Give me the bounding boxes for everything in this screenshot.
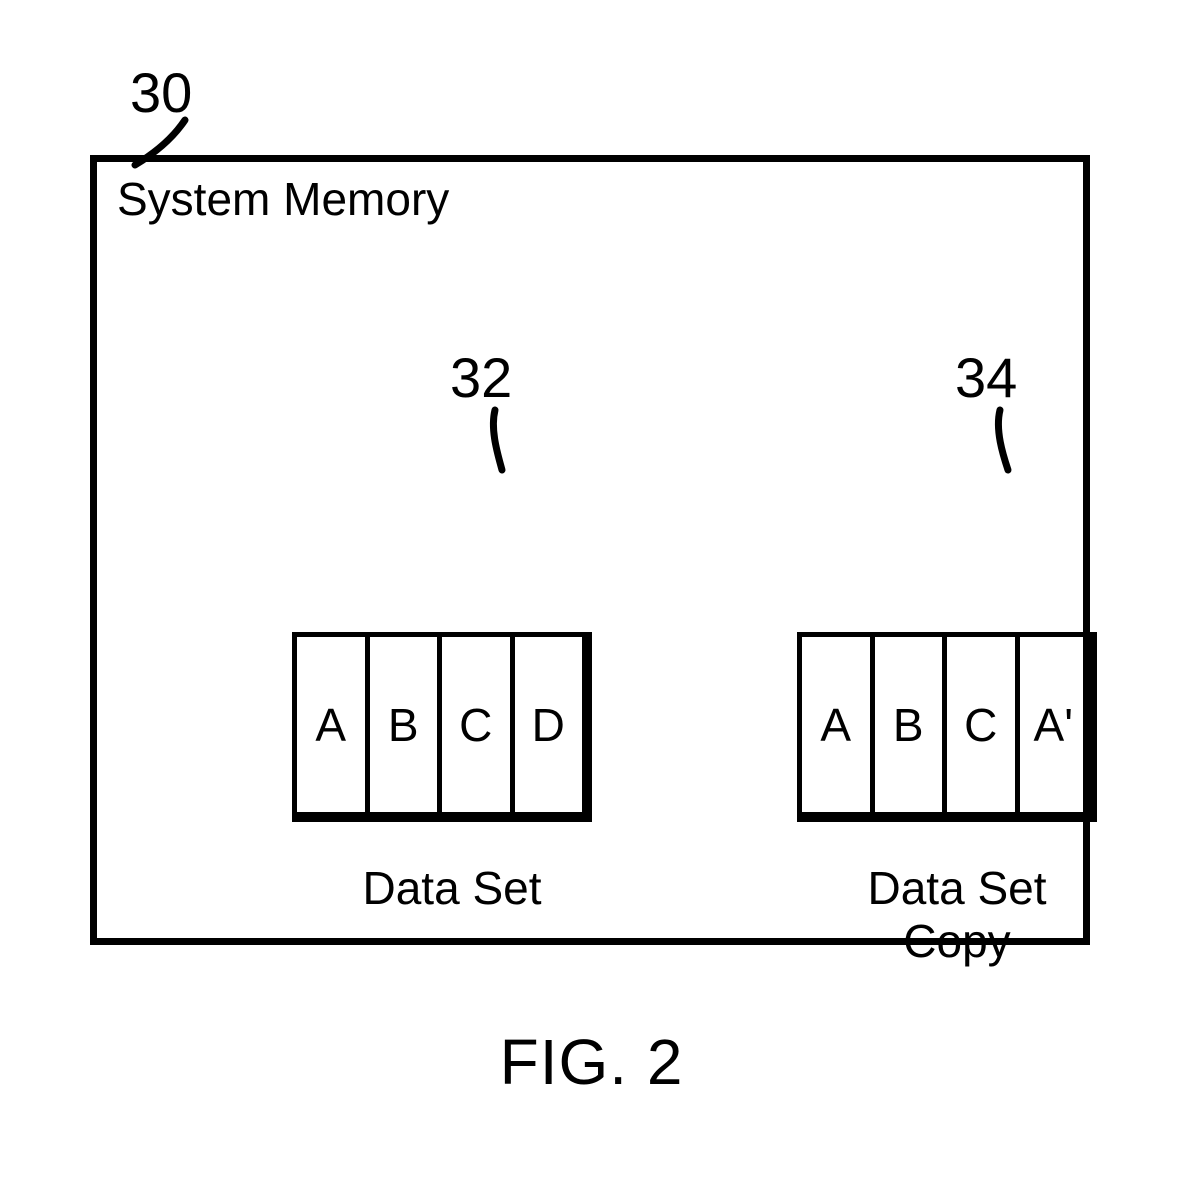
system-memory-title: System Memory xyxy=(117,172,449,226)
data-set-label: Data Set xyxy=(342,862,562,915)
data-set-cell-a: A xyxy=(297,637,370,812)
data-set-cell-c: C xyxy=(442,637,515,812)
reference-number-34: 34 xyxy=(955,345,1017,410)
data-set-cell-b: B xyxy=(370,637,443,812)
reference-number-30: 30 xyxy=(130,60,192,125)
data-set-copy-block: A B C A' xyxy=(797,632,1097,822)
data-set-copy-label: Data Set Copy xyxy=(847,862,1067,968)
data-set-copy-cell-aprime: A' xyxy=(1020,637,1088,812)
data-set-cells: A B C D xyxy=(292,632,592,822)
data-set-copy-cell-b: B xyxy=(875,637,948,812)
data-set-block: A B C D xyxy=(292,632,592,822)
reference-number-32: 32 xyxy=(450,345,512,410)
data-set-cell-d: D xyxy=(515,637,583,812)
data-set-copy-label-line2: Copy xyxy=(903,915,1010,967)
data-set-copy-cell-c: C xyxy=(947,637,1020,812)
data-set-copy-cells: A B C A' xyxy=(797,632,1097,822)
data-set-copy-cell-a: A xyxy=(802,637,875,812)
data-set-copy-label-line1: Data Set xyxy=(868,862,1047,914)
figure-caption: FIG. 2 xyxy=(0,1025,1183,1099)
system-memory-box: System Memory A B C D A B C A' Data Set … xyxy=(90,155,1090,945)
